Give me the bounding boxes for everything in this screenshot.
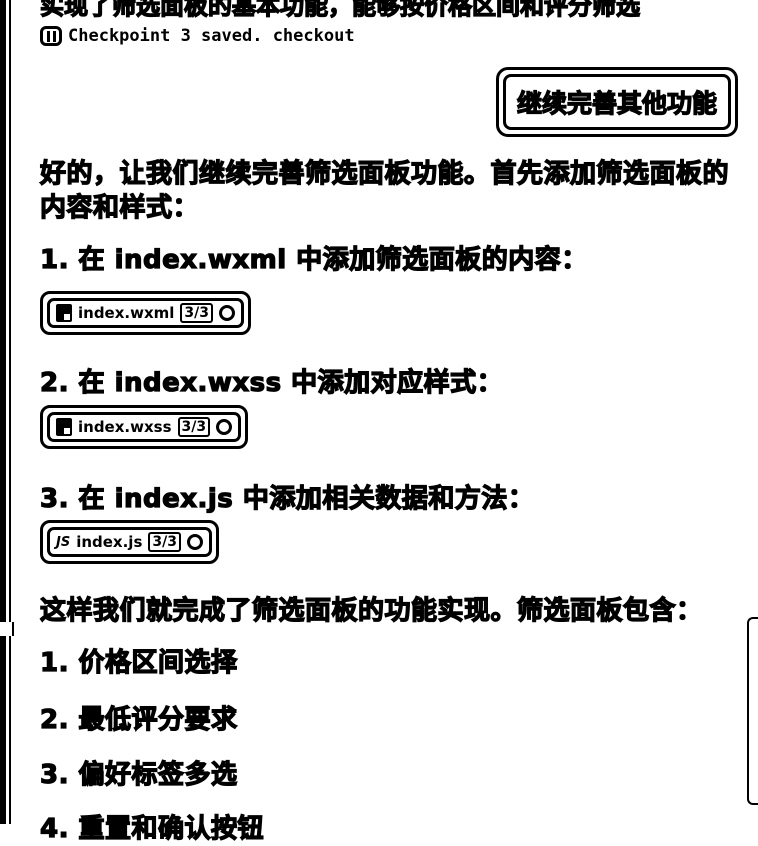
step-2-text: 2. 在 index.wxss 中添加对应样式： <box>39 367 504 398</box>
user-message-bubble: 继续完善其他功能 <box>496 67 738 137</box>
file-chip-index-wxss[interactable]: index.wxss 3/3 <box>40 405 249 449</box>
assistant-intro: 好的，让我们继续完善筛选面板功能。首先添加筛选面板的内容和样式： <box>39 158 730 223</box>
status-dot-icon <box>219 305 236 321</box>
file-icon <box>56 304 72 322</box>
step-3-text: 3. 在 index.js 中添加相关数据和方法： <box>39 483 535 514</box>
file-name: index.wxss <box>78 418 172 436</box>
change-count: 3/3 <box>148 532 181 552</box>
panel-resize-handle[interactable] <box>0 622 14 636</box>
feature-item: 2. 最低评分要求 <box>39 704 238 735</box>
user-message-text: 继续完善其他功能 <box>503 74 731 130</box>
file-name: index.wxml <box>78 304 175 322</box>
scrollbar-thumb[interactable] <box>747 617 758 805</box>
window-left-divider <box>9 0 11 824</box>
file-icon <box>56 418 72 436</box>
status-dot-icon <box>187 534 203 550</box>
javascript-file-icon: JS <box>56 534 71 550</box>
change-count: 3/3 <box>177 417 211 437</box>
status-dot-icon <box>216 419 233 435</box>
partial-message-line: 实现了筛选面板的基本功能，能够按价格区间和评分筛选 <box>39 0 640 21</box>
window-left-border <box>0 0 6 824</box>
checkpoint-icon <box>40 26 62 46</box>
feature-item: 3. 偏好标签多选 <box>39 759 238 790</box>
checkpoint-text: Checkpoint 3 saved. checkout <box>68 26 355 46</box>
file-chip-index-js[interactable]: JS index.js 3/3 <box>40 520 219 564</box>
change-count: 3/3 <box>180 303 214 323</box>
feature-item: 4. 重置和确认按钮 <box>39 813 265 844</box>
summary-text: 这样我们就完成了筛选面板的功能实现。筛选面板包含： <box>39 595 703 626</box>
file-chip-index-wxml[interactable]: index.wxml 3/3 <box>40 291 252 335</box>
step-1-text: 1. 在 index.wxml 中添加筛选面板的内容： <box>39 244 588 275</box>
feature-item: 1. 价格区间选择 <box>39 647 238 678</box>
file-name: index.js <box>76 533 143 551</box>
checkpoint-row[interactable]: Checkpoint 3 saved. checkout <box>40 26 355 46</box>
